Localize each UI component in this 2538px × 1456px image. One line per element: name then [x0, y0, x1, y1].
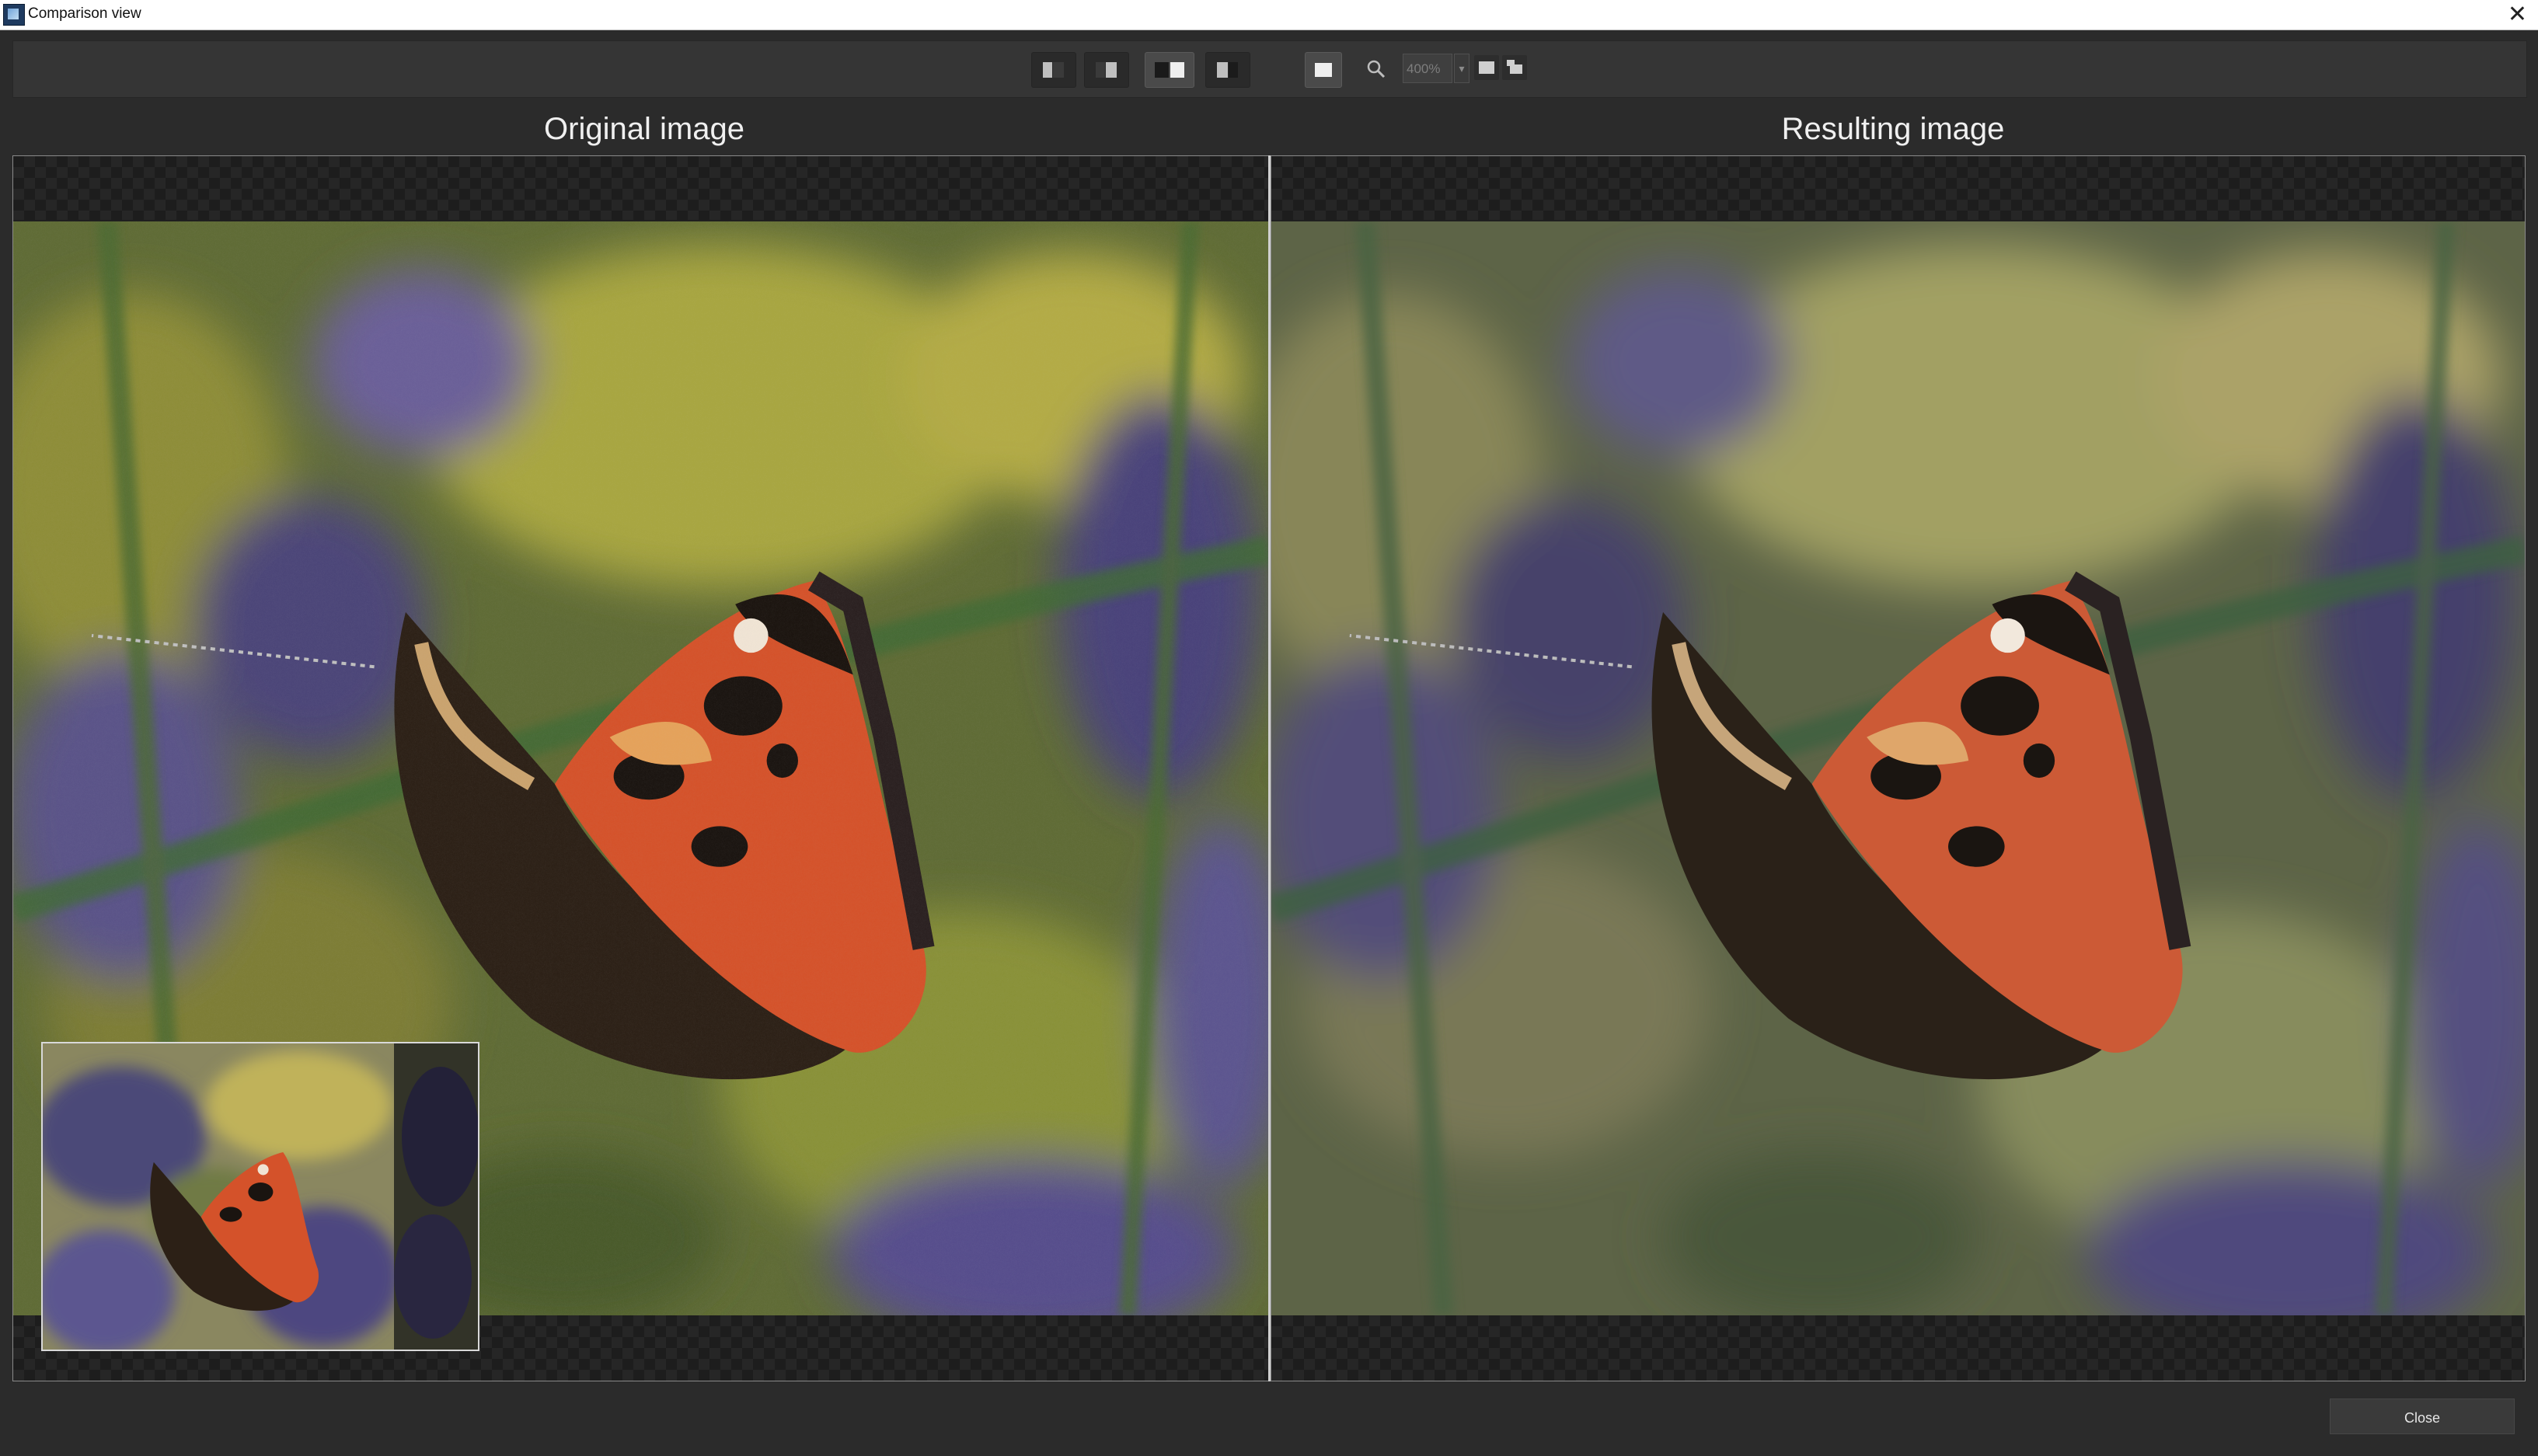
original-image-pane[interactable]	[12, 155, 1270, 1381]
window-title: Comparison view	[28, 5, 141, 22]
resulting-image-pane[interactable]	[1271, 155, 2526, 1381]
close-button[interactable]: Close	[2330, 1399, 2515, 1434]
toolbar: 400% ▾	[12, 40, 2527, 98]
split-screen-button[interactable]	[1205, 52, 1250, 88]
app-icon	[3, 4, 25, 26]
zoom-dropdown-chevron-icon[interactable]: ▾	[1454, 54, 1469, 83]
fit-to-window-button[interactable]	[1474, 55, 1499, 80]
transparency-checker	[1271, 156, 2525, 220]
navigator-thumbnail[interactable]	[41, 1042, 479, 1351]
transparency-checker-bottom	[1271, 1315, 2525, 1381]
navigator-toggle-button[interactable]	[1305, 52, 1342, 88]
split-right-button[interactable]	[1084, 52, 1129, 88]
side-by-side-button[interactable]	[1145, 52, 1194, 88]
split-left-button[interactable]	[1031, 52, 1076, 88]
resulting-image-title: Resulting image	[1781, 112, 2005, 146]
actual-size-button[interactable]	[1502, 55, 1527, 80]
transparency-checker	[13, 156, 1269, 220]
close-icon[interactable]: ✕	[2508, 1, 2527, 29]
original-image-title: Original image	[544, 112, 744, 146]
title-bar: Comparison view ✕	[0, 0, 2538, 30]
navigator-viewport[interactable]	[43, 1043, 396, 1350]
zoom-level-input[interactable]: 400%	[1403, 54, 1452, 83]
navigator-outside-area	[394, 1043, 478, 1350]
resulting-photo	[1271, 221, 2525, 1315]
magnifier-icon	[1367, 60, 1386, 78]
